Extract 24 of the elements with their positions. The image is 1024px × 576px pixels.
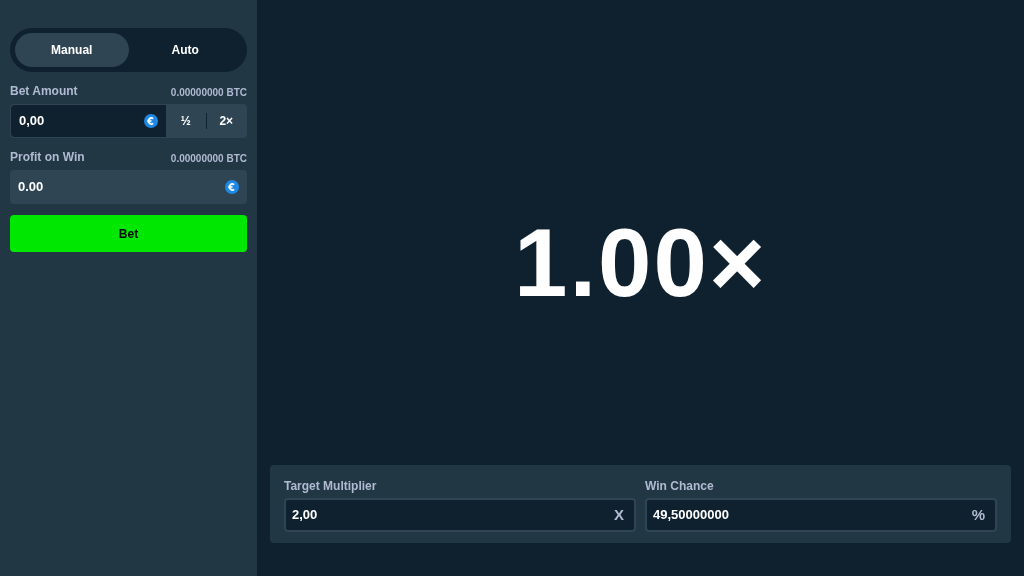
field-label: Bet Amount [10, 83, 78, 100]
field-value: 0.00 [18, 178, 44, 197]
multiplier-display: 1.00× [514, 214, 767, 311]
control-field[interactable]: 2,00 X [284, 498, 636, 532]
field-label: Profit on Win [10, 149, 85, 166]
coin-icon [144, 114, 158, 128]
field-value: 0,00 [19, 112, 45, 131]
mode-tab[interactable]: Manual [15, 33, 129, 67]
mode-tab[interactable]: Auto [128, 33, 242, 67]
profit-field[interactable]: 0.00 [10, 170, 247, 204]
field-suffix: X [614, 504, 624, 525]
coin-icon [225, 180, 239, 194]
bet-button[interactable]: Bet [10, 215, 247, 252]
btc-conversion: 0.00000000 BTC [170, 152, 247, 166]
bet-amount-field[interactable]: 0,00 [11, 105, 166, 137]
field-suffix: % [971, 504, 985, 525]
half-button[interactable]: ½ [166, 105, 206, 137]
field-label: Target Multiplier [284, 478, 377, 495]
field-value: 2,00 [292, 506, 318, 525]
btc-conversion: 0.00000000 BTC [170, 86, 247, 100]
double-button[interactable]: 2× [206, 105, 246, 137]
field-label: Win Chance [645, 478, 714, 495]
control-field[interactable]: 49,50000000 % [645, 498, 997, 532]
field-value: 49,50000000 [653, 506, 729, 525]
